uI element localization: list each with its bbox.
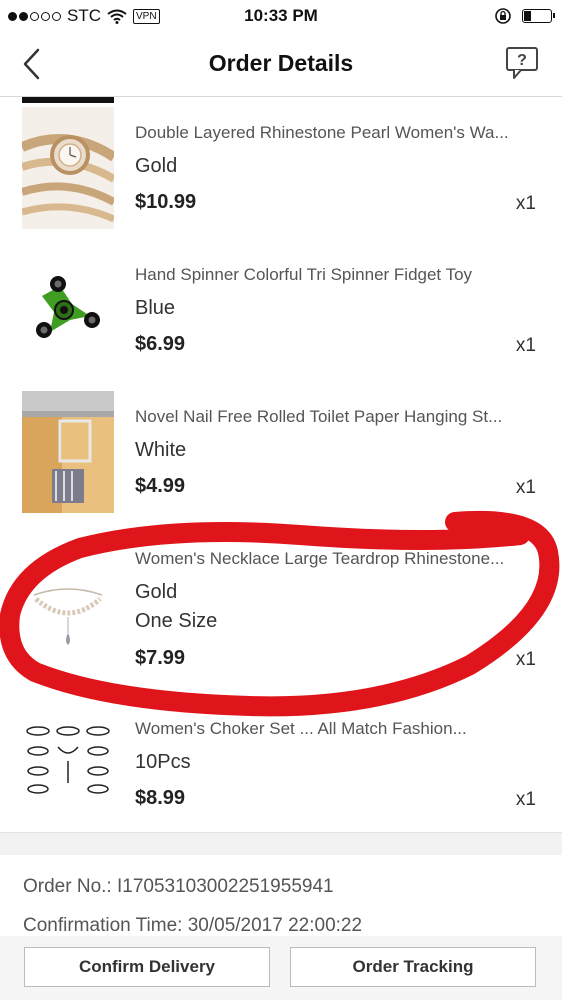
page-title: Order Details [208, 50, 354, 76]
svg-text:?: ? [517, 52, 527, 69]
product-quantity: x1 [515, 335, 536, 356]
list-item[interactable]: Women's Choker Set ... All Match Fashion… [0, 693, 562, 835]
fidget-spinner-image [22, 249, 114, 371]
status-time: 10:33 PM [244, 6, 318, 25]
product-name: Hand Spinner Colorful Tri Spinner Fidget… [135, 265, 473, 284]
product-price: $8.99 [135, 787, 186, 809]
product-quantity: x1 [515, 649, 536, 670]
confirmation-time: Confirmation Time: 30/05/2017 22:00:22 [23, 915, 363, 936]
product-size: One Size [135, 610, 218, 632]
watch-image [22, 107, 114, 229]
battery-icon [522, 9, 555, 23]
list-item[interactable]: Double Layered Rhinestone Pearl Women's … [0, 97, 562, 239]
product-name: Women's Choker Set ... All Match Fashion… [135, 719, 467, 738]
section-divider [0, 832, 562, 855]
confirm-delivery-button[interactable]: Confirm Delivery [24, 947, 270, 987]
list-item[interactable]: Hand Spinner Colorful Tri Spinner Fidget… [0, 239, 562, 381]
product-variant: Blue [135, 297, 176, 319]
product-variant: Gold [135, 581, 178, 603]
bottom-action-bar: Confirm Delivery Order Tracking [0, 936, 562, 1000]
list-item[interactable]: Women's Necklace Large Teardrop Rhinesto… [0, 523, 562, 670]
product-quantity: x1 [515, 477, 536, 498]
status-bar: STC VPN 10:33 PM [0, 0, 562, 32]
product-price: $10.99 [135, 191, 197, 213]
product-name: Double Layered Rhinestone Pearl Women's … [135, 123, 509, 142]
product-quantity: x1 [515, 789, 536, 810]
product-price: $4.99 [135, 475, 186, 497]
product-name: Women's Necklace Large Teardrop Rhinesto… [135, 549, 505, 568]
list-item[interactable]: Novel Nail Free Rolled Toilet Paper Hang… [0, 381, 562, 523]
status-right [494, 7, 555, 25]
order-tracking-button[interactable]: Order Tracking [290, 947, 536, 987]
product-price: $7.99 [135, 647, 186, 669]
customer-service-icon[interactable]: ? [504, 45, 542, 81]
product-price: $6.99 [135, 333, 186, 355]
toilet-paper-holder-image [22, 391, 114, 513]
product-variant: 10Pcs [135, 751, 191, 773]
product-variant: Gold [135, 155, 178, 177]
rotation-lock-icon [495, 8, 511, 24]
order-number: Order No.: I17053103002251955941 [23, 876, 334, 897]
product-variant: White [135, 439, 187, 461]
choker-set-image [22, 703, 114, 825]
product-quantity: x1 [515, 193, 536, 214]
nav-bar: Order Details ? [0, 32, 562, 97]
necklace-image [22, 533, 114, 655]
product-name: Novel Nail Free Rolled Toilet Paper Hang… [135, 407, 503, 426]
